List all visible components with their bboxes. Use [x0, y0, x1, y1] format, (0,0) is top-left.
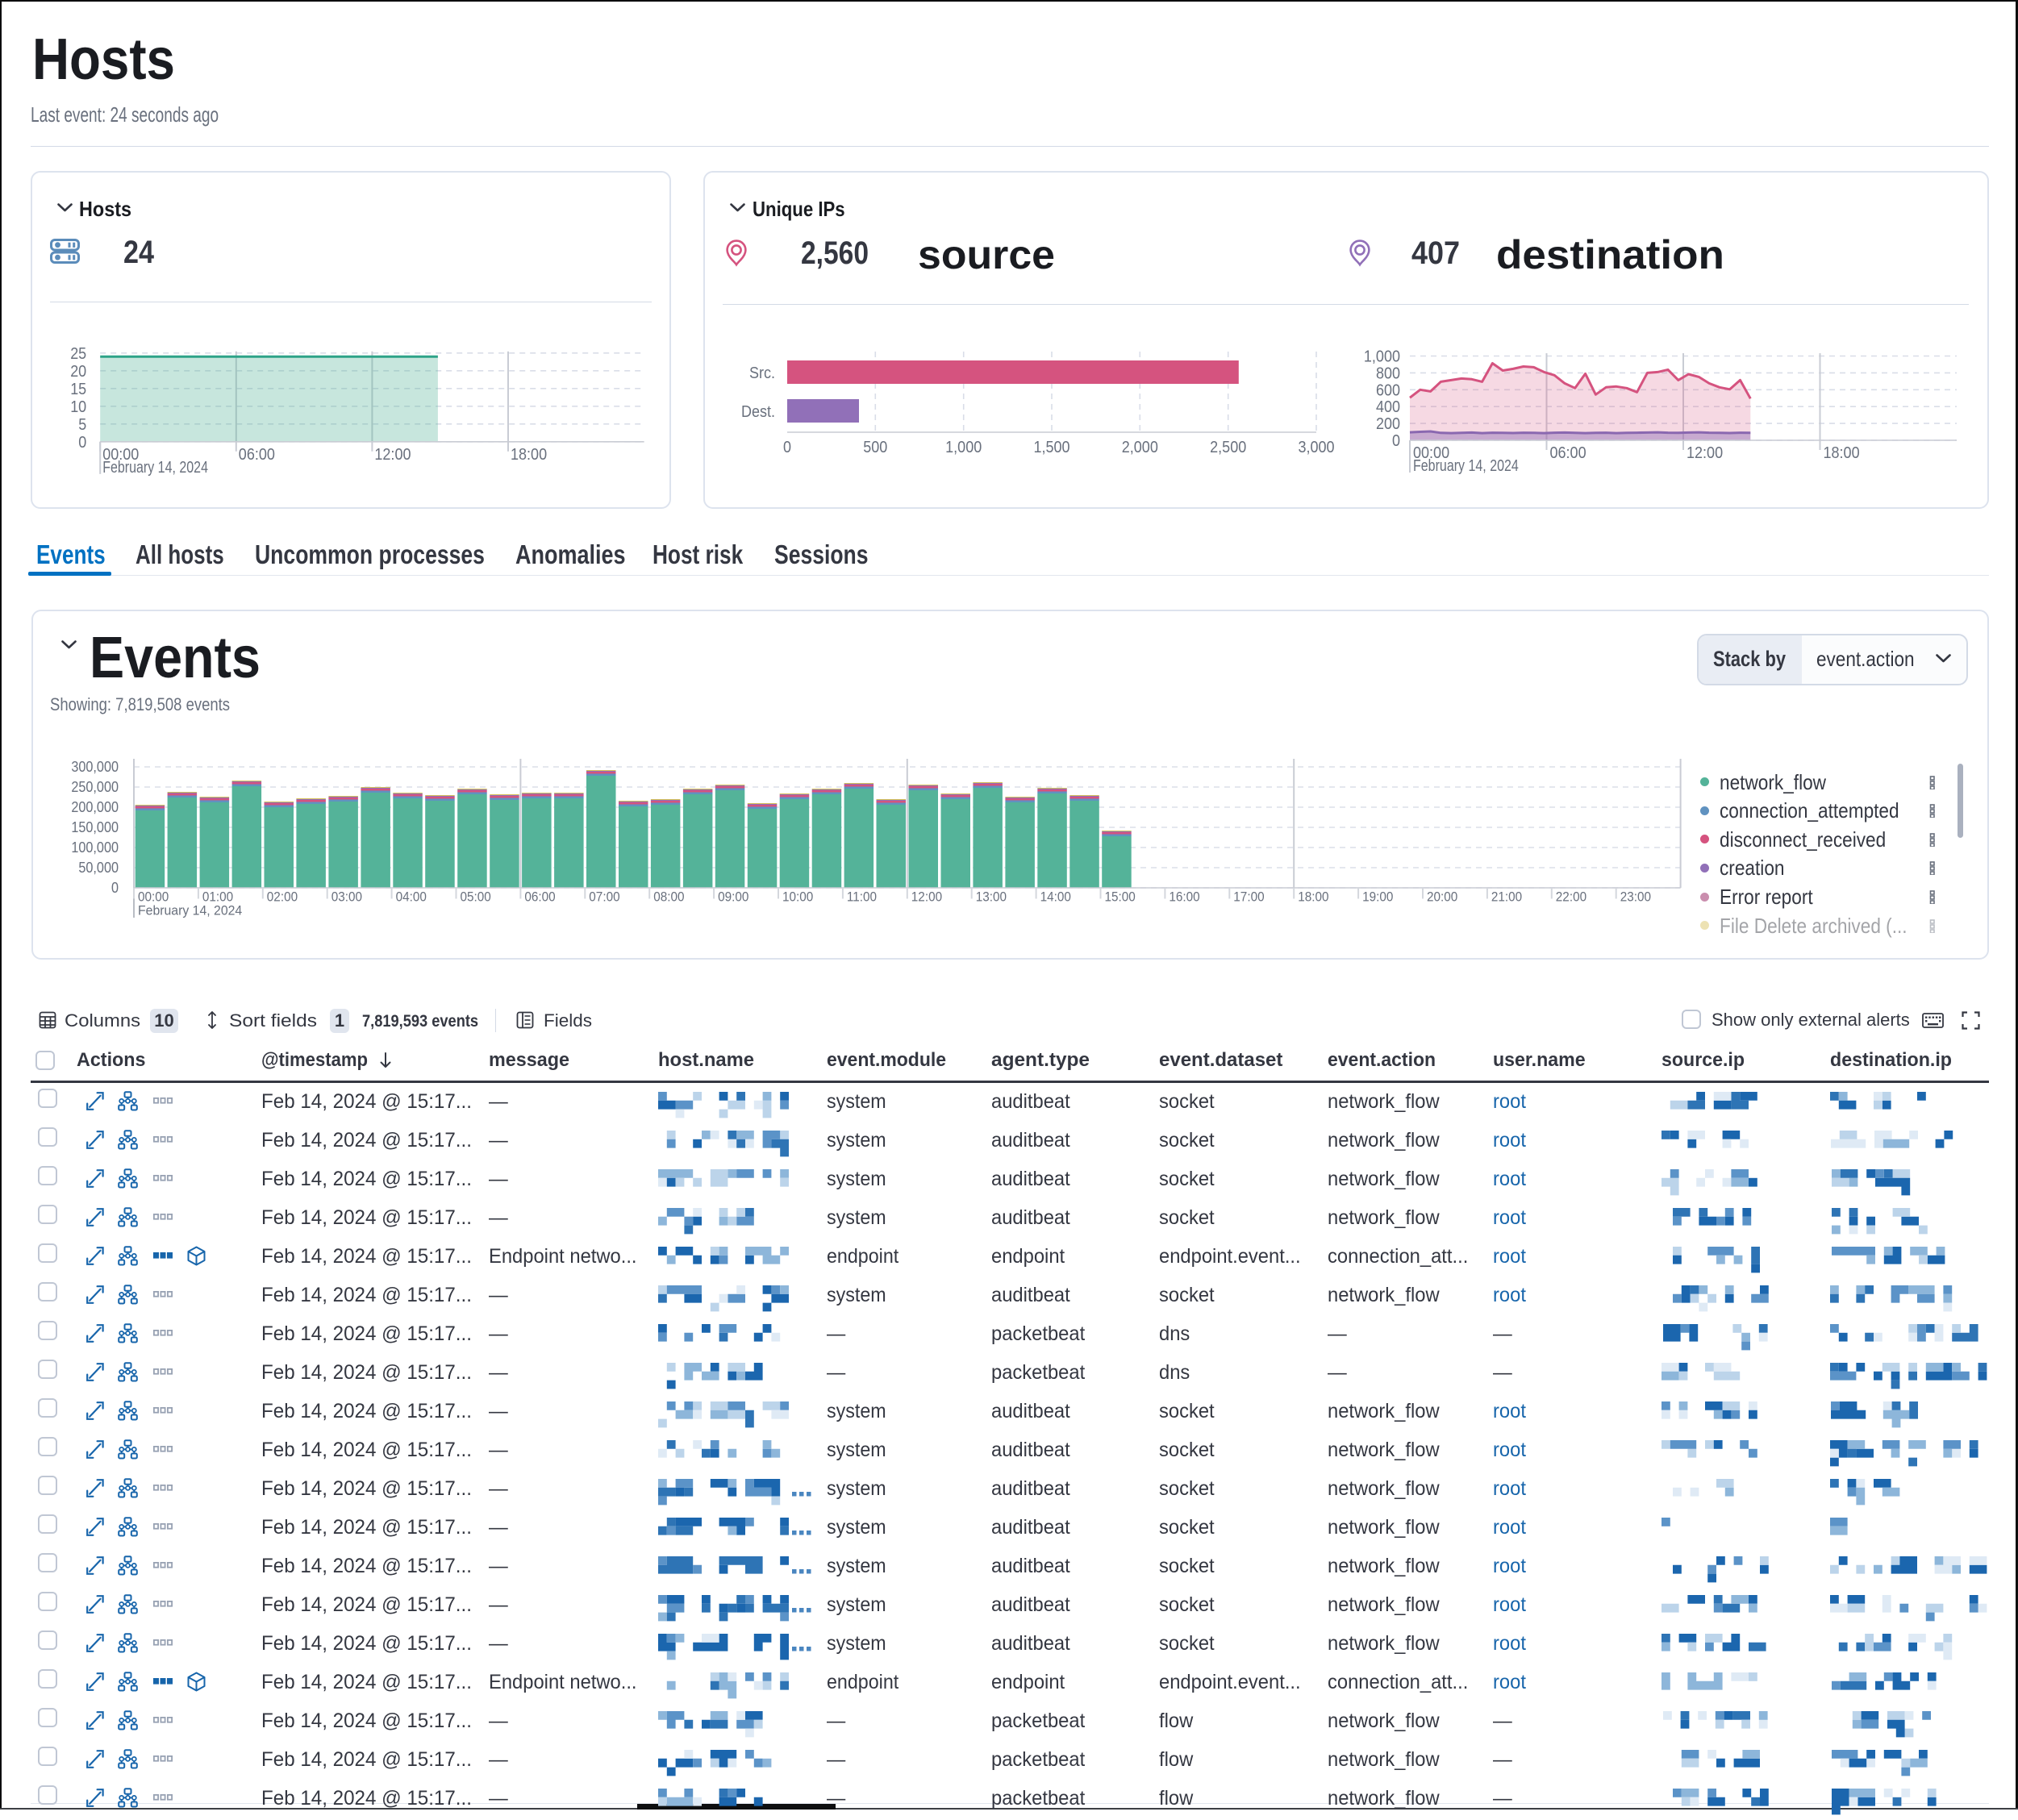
- svg-text:17:00: 17:00: [1233, 889, 1264, 905]
- svg-text:150,000: 150,000: [71, 819, 119, 835]
- svg-text:12:00: 12:00: [374, 446, 411, 464]
- svg-text:500: 500: [863, 439, 887, 456]
- svg-text:100,000: 100,000: [71, 839, 119, 856]
- svg-text:20: 20: [70, 363, 86, 381]
- svg-text:06:00: 06:00: [239, 446, 275, 464]
- svg-text:18:00: 18:00: [1824, 444, 1860, 462]
- svg-text:15:00: 15:00: [1105, 889, 1136, 905]
- svg-text:06:00: 06:00: [1550, 444, 1586, 462]
- svg-text:400: 400: [1376, 398, 1400, 416]
- svg-text:0: 0: [1392, 432, 1400, 450]
- svg-text:1,500: 1,500: [1033, 439, 1069, 456]
- svg-text:05:00: 05:00: [461, 889, 491, 905]
- svg-text:5: 5: [78, 416, 86, 434]
- svg-text:0: 0: [111, 880, 119, 896]
- svg-text:15: 15: [70, 381, 86, 398]
- svg-text:2,500: 2,500: [1210, 439, 1246, 456]
- svg-text:February 14, 2024: February 14, 2024: [138, 903, 242, 918]
- svg-text:3,000: 3,000: [1298, 439, 1334, 456]
- svg-text:18:00: 18:00: [511, 446, 547, 464]
- svg-text:07:00: 07:00: [589, 889, 619, 905]
- svg-text:2,000: 2,000: [1122, 439, 1158, 456]
- svg-text:12:00: 12:00: [911, 889, 942, 905]
- svg-text:0: 0: [78, 434, 86, 452]
- svg-text:20:00: 20:00: [1427, 889, 1457, 905]
- svg-text:14:00: 14:00: [1040, 889, 1071, 905]
- svg-text:1,000: 1,000: [945, 439, 982, 456]
- svg-text:23:00: 23:00: [1620, 889, 1651, 905]
- svg-text:10: 10: [70, 398, 86, 416]
- svg-text:09:00: 09:00: [718, 889, 748, 905]
- svg-text:03:00: 03:00: [331, 889, 362, 905]
- svg-text:February 14, 2024: February 14, 2024: [102, 459, 208, 477]
- svg-text:800: 800: [1376, 364, 1400, 382]
- svg-text:10:00: 10:00: [782, 889, 813, 905]
- svg-text:200: 200: [1376, 415, 1400, 433]
- svg-text:February 14, 2024: February 14, 2024: [1413, 457, 1519, 475]
- svg-text:16:00: 16:00: [1169, 889, 1199, 905]
- svg-text:250,000: 250,000: [71, 779, 119, 795]
- svg-text:25: 25: [70, 345, 86, 363]
- svg-text:1,000: 1,000: [1364, 348, 1400, 366]
- svg-text:Src.: Src.: [749, 364, 775, 382]
- svg-text:11:00: 11:00: [847, 889, 877, 905]
- svg-text:06:00: 06:00: [524, 889, 555, 905]
- svg-text:21:00: 21:00: [1491, 889, 1522, 905]
- svg-text:0: 0: [783, 439, 791, 456]
- svg-text:200,000: 200,000: [71, 799, 119, 815]
- svg-text:18:00: 18:00: [1298, 889, 1328, 905]
- svg-text:02:00: 02:00: [267, 889, 298, 905]
- svg-text:19:00: 19:00: [1362, 889, 1393, 905]
- svg-text:08:00: 08:00: [653, 889, 684, 905]
- svg-text:300,000: 300,000: [71, 759, 119, 775]
- svg-text:Dest.: Dest.: [741, 403, 775, 421]
- svg-text:22:00: 22:00: [1556, 889, 1586, 905]
- svg-text:04:00: 04:00: [396, 889, 427, 905]
- svg-text:12:00: 12:00: [1687, 444, 1723, 462]
- svg-text:600: 600: [1376, 381, 1400, 399]
- svg-text:13:00: 13:00: [976, 889, 1007, 905]
- svg-text:50,000: 50,000: [78, 860, 119, 876]
